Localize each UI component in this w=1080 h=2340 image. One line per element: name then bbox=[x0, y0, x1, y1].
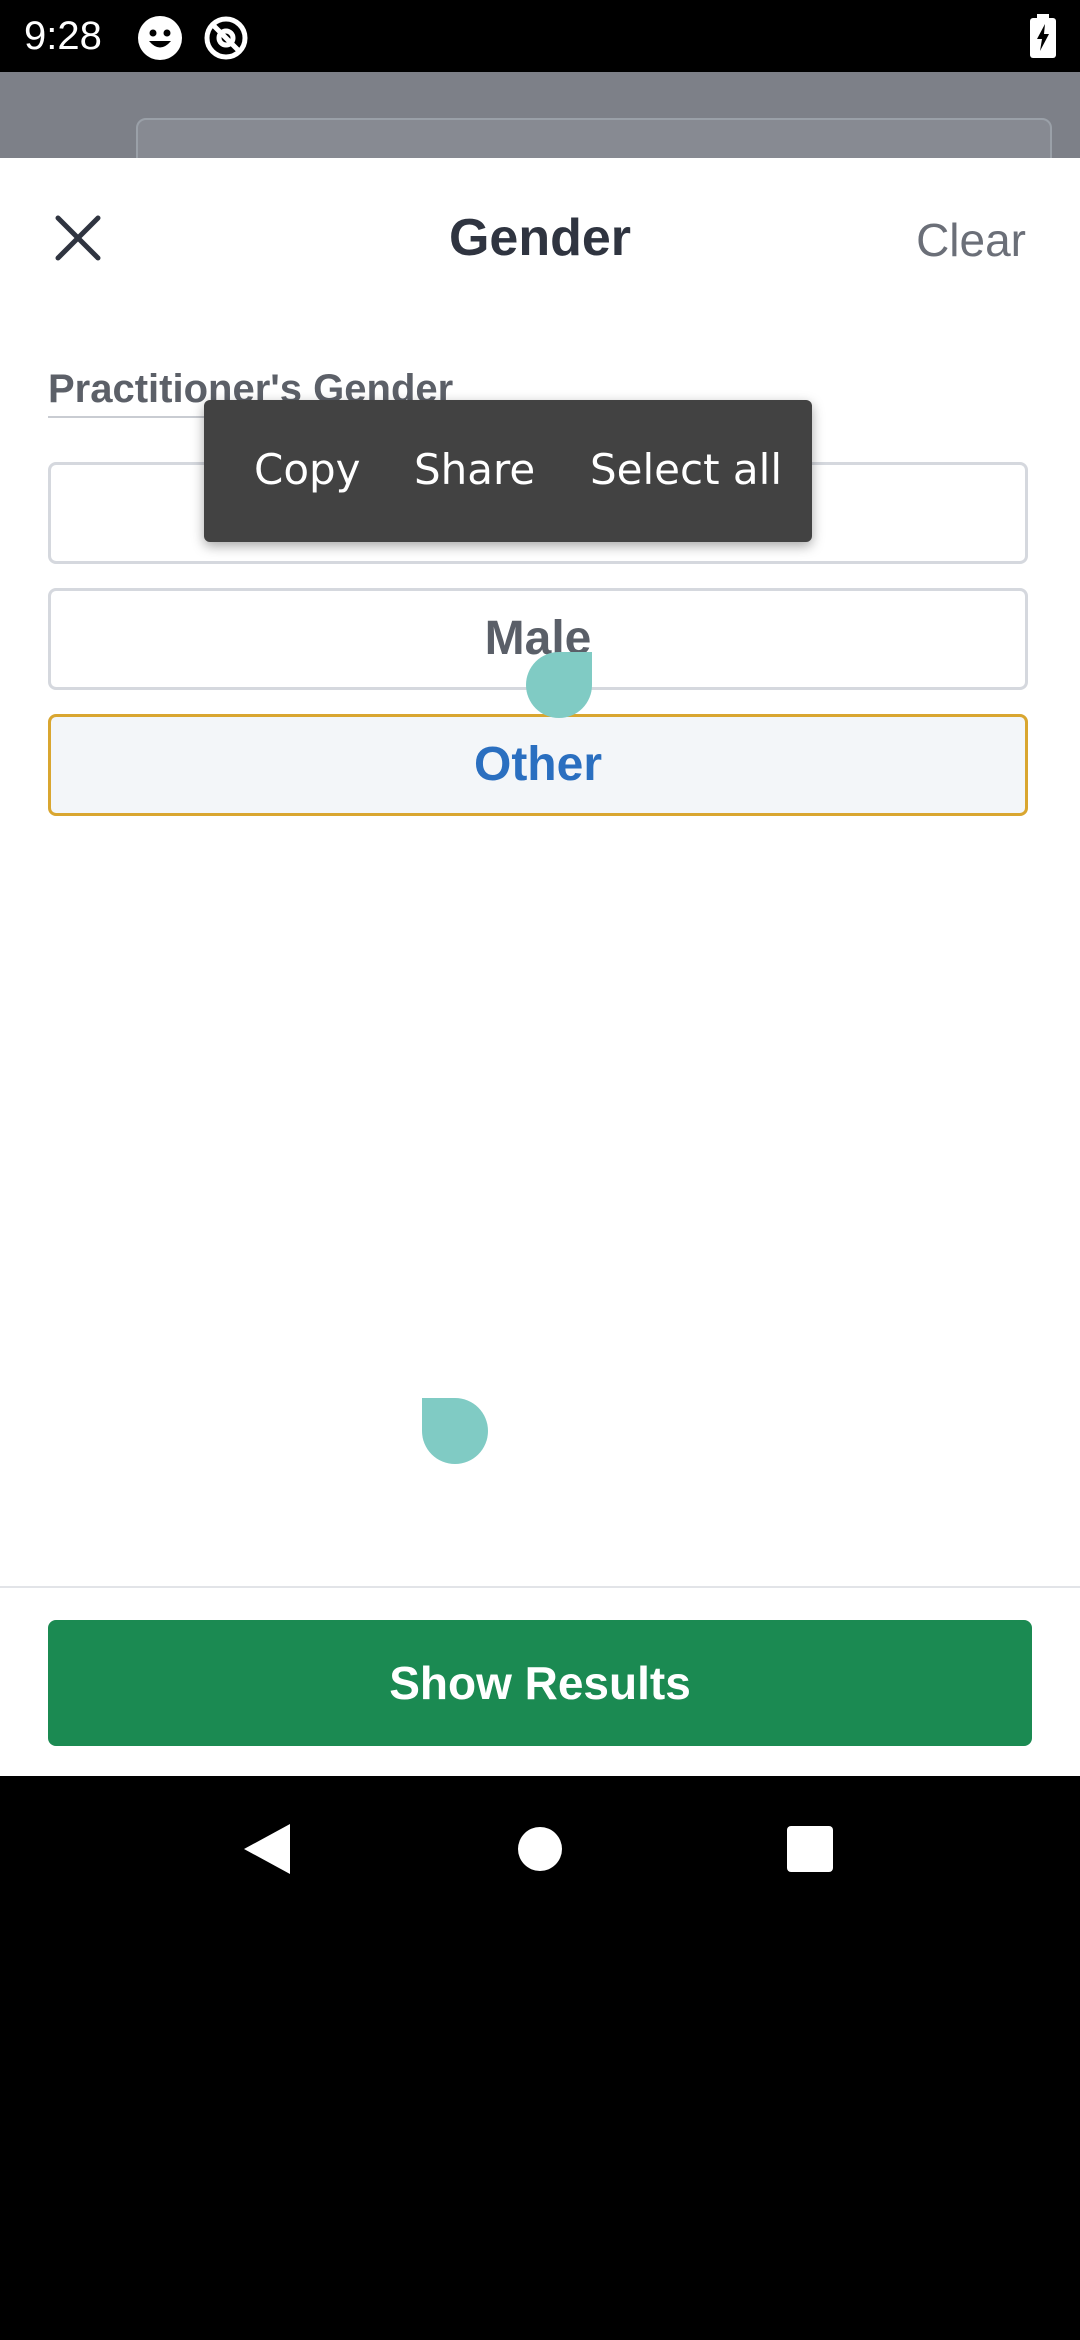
battery-charging-icon bbox=[1030, 14, 1056, 63]
recents-button[interactable] bbox=[775, 1814, 845, 1884]
status-bar: 9:28 bbox=[0, 0, 1080, 72]
selection-handle-start[interactable] bbox=[526, 652, 592, 718]
home-icon bbox=[518, 1827, 562, 1871]
gender-option-other[interactable]: Other bbox=[48, 714, 1028, 816]
share-menu-item[interactable]: Share bbox=[414, 442, 535, 498]
copy-menu-item[interactable]: Copy bbox=[254, 442, 361, 498]
show-results-button[interactable]: Show Results bbox=[48, 1620, 1032, 1746]
dimmed-backdrop[interactable] bbox=[0, 72, 1080, 158]
clear-button[interactable]: Clear bbox=[916, 210, 1026, 270]
footer-divider bbox=[0, 1586, 1080, 1588]
select-all-menu-item[interactable]: Select all bbox=[590, 442, 782, 498]
selection-handle-end[interactable] bbox=[422, 1398, 488, 1464]
status-time: 9:28 bbox=[24, 14, 102, 58]
recents-icon bbox=[787, 1826, 833, 1872]
navigation-bar bbox=[0, 1776, 1080, 1920]
home-button[interactable] bbox=[505, 1814, 575, 1884]
at-sign-icon bbox=[202, 14, 250, 67]
text-selection-menu: Copy Share Select all bbox=[204, 400, 812, 542]
sheet-header: Gender Clear bbox=[0, 158, 1080, 318]
background-search-field bbox=[136, 118, 1052, 158]
back-button[interactable] bbox=[232, 1814, 302, 1884]
emoji-icon bbox=[136, 14, 184, 67]
back-icon bbox=[244, 1824, 290, 1874]
